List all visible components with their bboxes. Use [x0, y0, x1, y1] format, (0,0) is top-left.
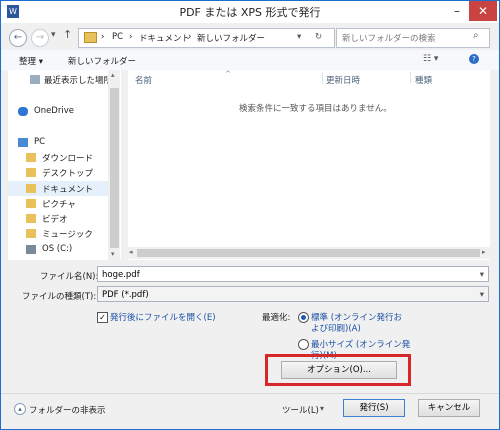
view-options-icon[interactable]: ☷ ▾: [423, 54, 438, 64]
optimize-standard-radio[interactable]: [298, 312, 309, 323]
nav-item-desktop[interactable]: デスクトップ: [42, 167, 93, 179]
breadcrumb-sep-icon: ›: [101, 32, 105, 42]
close-icon[interactable]: ✕: [469, 1, 497, 21]
breadcrumb-pc[interactable]: PC: [112, 32, 123, 42]
onedrive-icon: [18, 107, 28, 116]
documents-folder-icon: [26, 184, 36, 193]
back-icon[interactable]: ←: [9, 29, 27, 47]
new-folder-button[interactable]: 新しいフォルダー: [68, 55, 136, 67]
breadcrumb-sep-icon: ›: [188, 32, 192, 42]
breadcrumb-sep-icon: ›: [129, 32, 133, 42]
tools-button[interactable]: ツール(L): [282, 404, 319, 416]
nav-item-documents[interactable]: ドキュメント: [42, 183, 93, 195]
breadcrumb-documents[interactable]: ドキュメント: [139, 32, 190, 44]
address-dropdown-icon[interactable]: ▾: [297, 32, 301, 42]
videos-folder-icon: [26, 214, 36, 223]
downloads-folder-icon: [26, 153, 36, 162]
recent-places-icon: [30, 75, 40, 84]
filename-input[interactable]: hoge.pdf ▾: [97, 266, 489, 282]
forward-icon[interactable]: →: [31, 29, 49, 47]
help-icon[interactable]: ?: [469, 54, 479, 64]
horizontal-scrollbar-thumb[interactable]: [137, 249, 480, 257]
refresh-icon[interactable]: ↻: [315, 32, 322, 42]
search-box[interactable]: 新しいフォルダーの検索 ⌕: [336, 28, 490, 48]
filename-value: hoge.pdf: [102, 270, 140, 280]
column-header-name[interactable]: 名前: [135, 74, 152, 86]
column-divider: [322, 72, 323, 84]
search-icon[interactable]: ⌕: [473, 30, 479, 41]
empty-message: 検索条件に一致する項目はありません。: [239, 104, 392, 114]
folder-icon: [84, 32, 97, 43]
filename-label: ファイル名(N):: [40, 272, 99, 282]
footer-divider: [1, 393, 499, 394]
open-after-checkbox[interactable]: ✓: [97, 312, 108, 323]
nav-item-pc[interactable]: PC: [34, 137, 45, 147]
open-after-label[interactable]: 発行後にファイルを開く(E): [110, 311, 216, 323]
drive-icon: [26, 245, 36, 254]
column-divider: [410, 72, 411, 84]
recent-dropdown-icon[interactable]: ▾: [51, 30, 56, 40]
nav-item-os-drive[interactable]: OS (C:): [42, 244, 72, 254]
minimize-icon[interactable]: –: [447, 1, 467, 21]
nav-scrollbar-thumb[interactable]: [110, 88, 119, 248]
window-title: PDF または XPS 形式で発行: [179, 6, 321, 19]
filetype-select[interactable]: PDF (*.pdf) ▾: [97, 286, 489, 302]
organize-button[interactable]: 整理 ▾: [19, 55, 43, 67]
filename-dropdown-icon[interactable]: ▾: [480, 267, 484, 283]
publish-button[interactable]: 発行(S): [343, 399, 405, 417]
pictures-folder-icon: [26, 199, 36, 208]
column-header-type[interactable]: 種類: [415, 74, 432, 86]
address-bar[interactable]: › PC › ドキュメント › 新しいフォルダー ▾ ↻: [78, 28, 335, 48]
nav-item-recent[interactable]: 最近表示した場所: [44, 74, 112, 86]
sort-indicator-icon: ^: [225, 70, 231, 78]
nav-item-videos[interactable]: ビデオ: [42, 213, 68, 225]
nav-item-pictures[interactable]: ピクチャ: [42, 198, 76, 210]
file-list: [128, 70, 490, 260]
scroll-left-icon[interactable]: ◂: [129, 248, 133, 256]
search-placeholder: 新しいフォルダーの検索: [342, 34, 436, 44]
scroll-up-icon[interactable]: ▴: [111, 71, 115, 79]
tools-dropdown-icon[interactable]: ▾: [320, 404, 324, 413]
desktop-folder-icon: [26, 168, 36, 177]
filetype-dropdown-icon[interactable]: ▾: [480, 287, 484, 303]
pc-icon: [18, 138, 28, 147]
column-header-modified[interactable]: 更新日時: [326, 74, 360, 86]
nav-item-downloads[interactable]: ダウンロード: [42, 152, 93, 164]
optimize-minimum-radio[interactable]: [298, 339, 309, 350]
options-button[interactable]: オプション(O)...: [281, 361, 397, 379]
optimize-standard-label-line2[interactable]: よび印刷)(A): [311, 322, 361, 334]
scroll-right-icon[interactable]: ▸: [482, 248, 486, 256]
hide-folders-button[interactable]: フォルダーの非表示: [29, 404, 106, 416]
up-icon[interactable]: ↑: [63, 28, 72, 41]
collapse-icon[interactable]: ▴: [14, 403, 26, 415]
filetype-label: ファイルの種類(T):: [22, 292, 97, 302]
scroll-down-icon[interactable]: ▾: [111, 250, 115, 258]
filetype-value: PDF (*.pdf): [102, 290, 149, 300]
breadcrumb-new-folder[interactable]: 新しいフォルダー: [197, 32, 265, 44]
nav-item-onedrive[interactable]: OneDrive: [34, 106, 74, 116]
optimize-label: 最適化:: [262, 313, 291, 323]
music-folder-icon: [26, 229, 36, 238]
nav-item-music[interactable]: ミュージック: [42, 228, 93, 240]
cancel-button[interactable]: キャンセル: [418, 399, 480, 417]
